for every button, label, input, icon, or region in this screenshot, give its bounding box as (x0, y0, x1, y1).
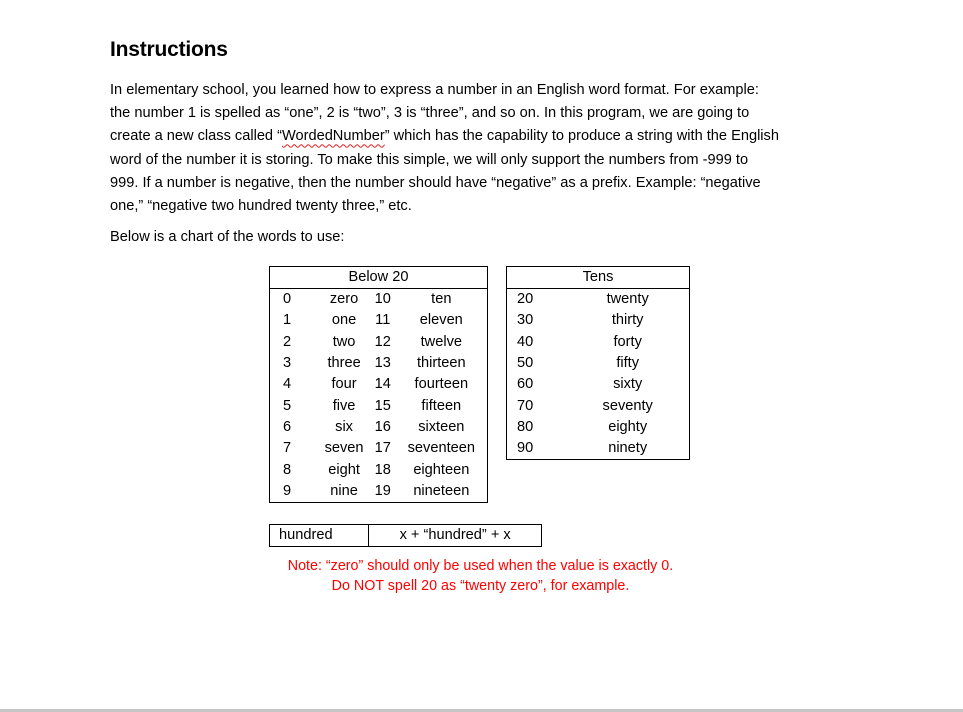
table-row: 4 four 14 fourteen (270, 374, 488, 395)
word-cell: twelve (420, 333, 462, 350)
word-cell: eleven (419, 312, 463, 329)
hundred-rule: x + “hundred” + x (368, 524, 542, 547)
number-cell: 11 (375, 312, 391, 329)
number-cell: 7 (283, 440, 292, 457)
word-cell: seven (324, 440, 364, 457)
table-row: 2 two 12 twelve (270, 332, 488, 353)
hundred-label: hundred (268, 524, 370, 547)
number-cell: 60 (517, 376, 534, 393)
table-row: 1 one 11 eleven (270, 310, 488, 331)
paragraph-line: the number 1 is spelled as “one”, 2 is “… (110, 105, 750, 122)
word-cell: fifty (616, 355, 640, 372)
word-cell: twenty (606, 291, 649, 308)
chart-intro-text: Below is a chart of the words to use: (110, 229, 345, 245)
number-cell: 9 (283, 482, 292, 499)
table-row: 8 eight 18 eighteen (270, 459, 488, 480)
paragraph-line: create a new class called “WordedNumber”… (110, 125, 855, 148)
number-cell: 70 (517, 397, 534, 414)
number-cell: 20 (517, 291, 534, 308)
note-line: Do NOT spell 20 as “twenty zero”, for ex… (331, 577, 630, 594)
number-cell: 2 (283, 333, 292, 350)
word-cell: ten (431, 291, 452, 308)
page-title: Instructions (110, 38, 228, 61)
number-cell: 10 (374, 291, 391, 308)
word-cell: one (331, 312, 357, 329)
word-cell: forty (613, 333, 642, 350)
hundred-table: hundred x + “hundred” + x (268, 524, 542, 547)
table-row: 6 six 16 sixteen (270, 417, 488, 438)
paragraph-line: one,” “negative two hundred twenty three… (110, 197, 412, 214)
word-cell: nine (330, 482, 358, 499)
table-row: 5 five 15 fifteen (270, 395, 488, 416)
paragraph-text: create a new class called “ (110, 128, 282, 145)
note-text: Note: “zero” should only be used when th… (270, 557, 691, 596)
word-cell: fifteen (421, 397, 462, 414)
number-cell: 5 (283, 397, 292, 414)
word-cell: four (331, 376, 357, 393)
paragraph-text: ” which has the capability to produce a … (384, 128, 779, 145)
number-cell: 15 (374, 397, 391, 414)
number-cell: 0 (283, 291, 292, 308)
instructions-paragraph: In elementary school, you learned how to… (110, 79, 855, 218)
table-row: 7 seven 17 seventeen (270, 438, 488, 459)
number-cell: 30 (517, 312, 534, 329)
word-cell: ninety (608, 440, 648, 457)
word-cell: thirteen (416, 355, 466, 372)
table-row: 60 sixty (507, 374, 690, 395)
paragraph-line: word of the number it is storing. To mak… (110, 151, 749, 168)
word-cell: seventy (602, 397, 653, 414)
number-cell: 8 (283, 461, 292, 478)
word-cell: two (332, 333, 356, 350)
table-header: Tens (506, 266, 690, 289)
misspelled-word[interactable]: WordedNumber (282, 128, 385, 144)
number-cell: 4 (283, 376, 292, 393)
table-row: 70 seventy (507, 395, 690, 416)
table-row: 20 twenty (507, 289, 690, 311)
table-row: 80 eighty (507, 417, 690, 438)
number-cell: 6 (283, 418, 292, 435)
number-cell: 18 (374, 461, 391, 478)
paragraph-line: 999. If a number is negative, then the n… (110, 174, 761, 191)
number-cell: 14 (374, 376, 391, 393)
number-cell: 40 (517, 333, 534, 350)
number-cell: 80 (517, 418, 534, 435)
word-cell: seventeen (407, 440, 475, 457)
tens-table: Tens 20 twenty 30 thirty 40 forty 50 fifty 60 six… (506, 266, 690, 461)
paragraph-line: In elementary school, you learned how to… (110, 82, 759, 98)
word-cell: nineteen (413, 482, 470, 499)
below-20-table: Below 20 0 zero 10 ten 1 one 11 eleven 2 two 12 twe… (269, 266, 488, 503)
table-row: 30 thirty (507, 310, 690, 331)
table-row: hundred x + “hundred” + x (268, 524, 542, 547)
word-cell: six (335, 418, 353, 435)
word-cell: eighty (608, 418, 648, 435)
table-row: 50 fifty (507, 353, 690, 374)
word-cell: three (327, 355, 361, 372)
table-row: 40 forty (507, 332, 690, 353)
table-header: Below 20 (269, 266, 488, 289)
word-cell: five (332, 397, 356, 414)
number-cell: 50 (517, 355, 534, 372)
number-cell: 1 (283, 312, 292, 329)
word-cell: sixty (613, 376, 643, 393)
table-row: 9 nine 19 nineteen (270, 481, 488, 503)
word-cell: eighteen (413, 461, 470, 478)
word-cell: fourteen (414, 376, 469, 393)
word-cell: thirty (611, 312, 644, 329)
note-line: Note: “zero” should only be used when th… (287, 558, 674, 574)
word-cell: sixteen (418, 418, 465, 435)
word-cell: zero (329, 291, 359, 308)
number-cell: 90 (517, 440, 534, 457)
document-page: Instructions In elementary school, you l… (0, 0, 963, 710)
table-row: 3 three 13 thirteen (270, 353, 488, 374)
number-cell: 3 (283, 355, 292, 372)
number-cell: 12 (374, 333, 391, 350)
number-cell: 13 (374, 355, 391, 372)
table-row: 90 ninety (507, 438, 690, 460)
number-cell: 17 (374, 440, 391, 457)
number-cell: 16 (374, 418, 391, 435)
number-cell: 19 (374, 482, 391, 499)
table-row: 0 zero 10 ten (270, 289, 488, 311)
word-cell: eight (328, 461, 360, 478)
